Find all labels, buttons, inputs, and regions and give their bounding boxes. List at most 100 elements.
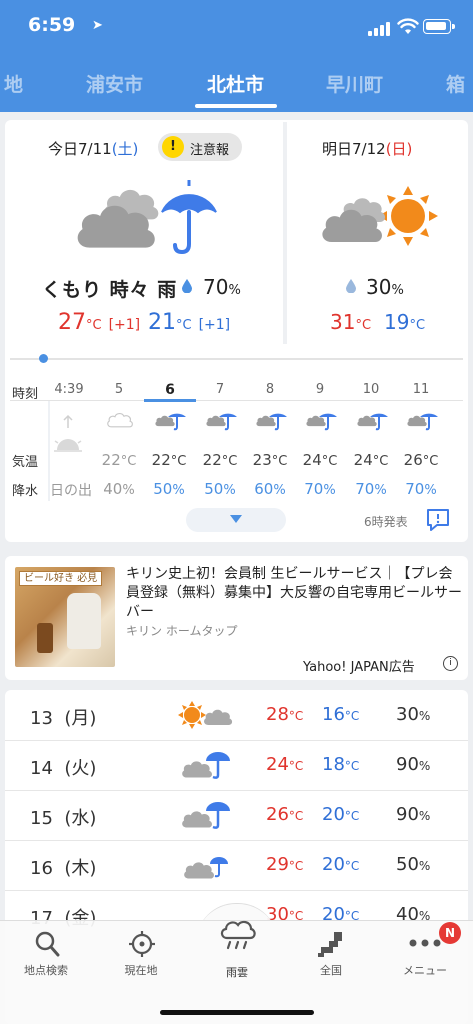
ad-title[interactable]: キリン史上初！会員制 生ビールサービス｜【プレ会員登録（無料）募集中】大反響の自… (126, 565, 462, 622)
cloud-umbrella-icon (184, 857, 228, 879)
hour-precip: 70% (405, 480, 437, 498)
cloud-umbrella-icon (256, 413, 287, 431)
location-target-icon (129, 931, 155, 957)
daily-low: 18°C (322, 754, 360, 775)
daily-high: 29°C (266, 854, 304, 875)
daily-low: 20°C (322, 854, 360, 875)
cloud-icon (107, 412, 133, 428)
cloud-umbrella-icon (206, 413, 237, 431)
wifi-icon (397, 18, 419, 34)
daily-low: 16°C (322, 704, 360, 725)
ad-label: Yahoo! JAPAN広告 (303, 660, 415, 675)
hour-label-current: 6 (165, 382, 175, 398)
hour-temp: 22°C (151, 451, 187, 469)
raindrop-icon (346, 279, 356, 293)
daily-low: 20°C (322, 804, 360, 825)
status-time: 6:59 (28, 14, 76, 36)
location-arrow-icon: ➤ (92, 18, 103, 33)
tab-location-next[interactable]: 箱 (446, 70, 465, 97)
hour-temp: 26°C (403, 451, 439, 469)
daily-high: 24°C (266, 754, 304, 775)
daily-precip: 90% (396, 754, 431, 775)
tab-indicator (195, 104, 277, 108)
signal-icon (368, 22, 392, 36)
cloud-umbrella-icon (182, 752, 230, 779)
hour-precip: 70% (355, 480, 387, 498)
hour-label: 8 (265, 382, 275, 397)
tab-urayasu[interactable]: 浦安市 (86, 70, 143, 97)
hour-label: 11 (412, 382, 430, 397)
today-low: 21°C [+1] (148, 310, 231, 335)
cloud-umbrella-icon (155, 413, 186, 431)
row-divider (5, 790, 468, 791)
hour-temp: 23°C (252, 451, 288, 469)
battery-icon (423, 19, 455, 34)
hour-label: 10 (362, 382, 380, 397)
cloud-umbrella-icon (306, 413, 337, 431)
row-label-temp: 気温 (12, 455, 39, 470)
header: 6:59 ➤ 地 浦安市 北杜市 早川町 箱 (0, 0, 473, 112)
daily-date: 16 (木) (30, 858, 97, 879)
cloud-umbrella-icon (357, 413, 388, 431)
tab-hokuto[interactable]: 北杜市 (207, 70, 264, 97)
ad-image-badge: ビール好き 必見 (19, 571, 103, 586)
more-dots-icon (409, 939, 441, 947)
daily-date: 15 (水) (30, 808, 97, 829)
hour-label-sunrise: 4:39 (54, 382, 84, 397)
daily-high: 28°C (266, 704, 304, 725)
daily-precip: 90% (396, 804, 431, 825)
hour-precip: 70% (304, 480, 336, 498)
japan-map-icon (318, 932, 342, 957)
ad-image[interactable]: ビール好き 必見 (15, 567, 115, 667)
issued-time: 6時発表 (364, 515, 408, 529)
today-label: 今日7/11(土) (48, 140, 139, 158)
cloud-umbrella-icon (182, 802, 230, 829)
ad-sponsor: キリン ホームタップ (126, 624, 238, 638)
daily-high: 26°C (266, 804, 304, 825)
hourly-timeline[interactable] (10, 358, 463, 360)
feedback-icon[interactable] (425, 507, 451, 533)
today-high: 27°C [+1] (58, 310, 141, 335)
hour-separator (10, 400, 463, 401)
hour-precip: 50% (204, 480, 236, 498)
timeline-handle[interactable] (39, 354, 48, 363)
sun-cloud-icon (178, 701, 233, 729)
row-divider (5, 840, 468, 841)
cloud-sun-icon (322, 186, 438, 246)
tomorrow-high: 31°C (330, 310, 372, 334)
row-label-precip: 降水 (12, 484, 39, 499)
row-divider (5, 890, 468, 891)
hour-precip: 60% (254, 480, 286, 498)
daily-precip: 50% (396, 854, 431, 875)
hour-label: 7 (215, 382, 225, 397)
bottle-graphic (37, 623, 53, 653)
current-hour-indicator (144, 399, 196, 402)
daily-date: 13 (月) (30, 708, 97, 729)
info-icon[interactable]: i (443, 656, 458, 671)
tab-hayakawa[interactable]: 早川町 (326, 70, 383, 97)
search-icon (35, 931, 60, 957)
alert-badge[interactable]: ! 注意報 (158, 133, 242, 161)
tomorrow-label: 明日7/12(日) (322, 140, 413, 158)
hour-label: 5 (114, 382, 124, 397)
today-precip: 70% (203, 275, 241, 299)
daily-date: 14 (火) (30, 758, 97, 779)
daily-precip: 30% (396, 704, 431, 725)
tab-location-prev[interactable]: 地 (4, 70, 23, 97)
hour-temp: 24°C (353, 451, 389, 469)
beer-server-graphic (67, 593, 101, 649)
row-divider (5, 740, 468, 741)
hour-temp: 24°C (302, 451, 338, 469)
tomorrow-precip: 30% (366, 275, 404, 299)
cloud-umbrella-icon (407, 413, 438, 431)
sunrise-label: 日の出 (50, 483, 92, 499)
rain-cloud-icon (220, 920, 256, 950)
condition-text: くもり 時々 雨 (42, 279, 178, 301)
warning-icon: ! (162, 136, 184, 158)
sunrise-icon (54, 414, 82, 452)
cloud-umbrella-icon (77, 180, 217, 255)
hour-precip: 40% (103, 480, 135, 498)
home-indicator (160, 1010, 314, 1015)
notification-badge: N (439, 922, 461, 944)
hour-temp: 22°C (101, 451, 137, 469)
